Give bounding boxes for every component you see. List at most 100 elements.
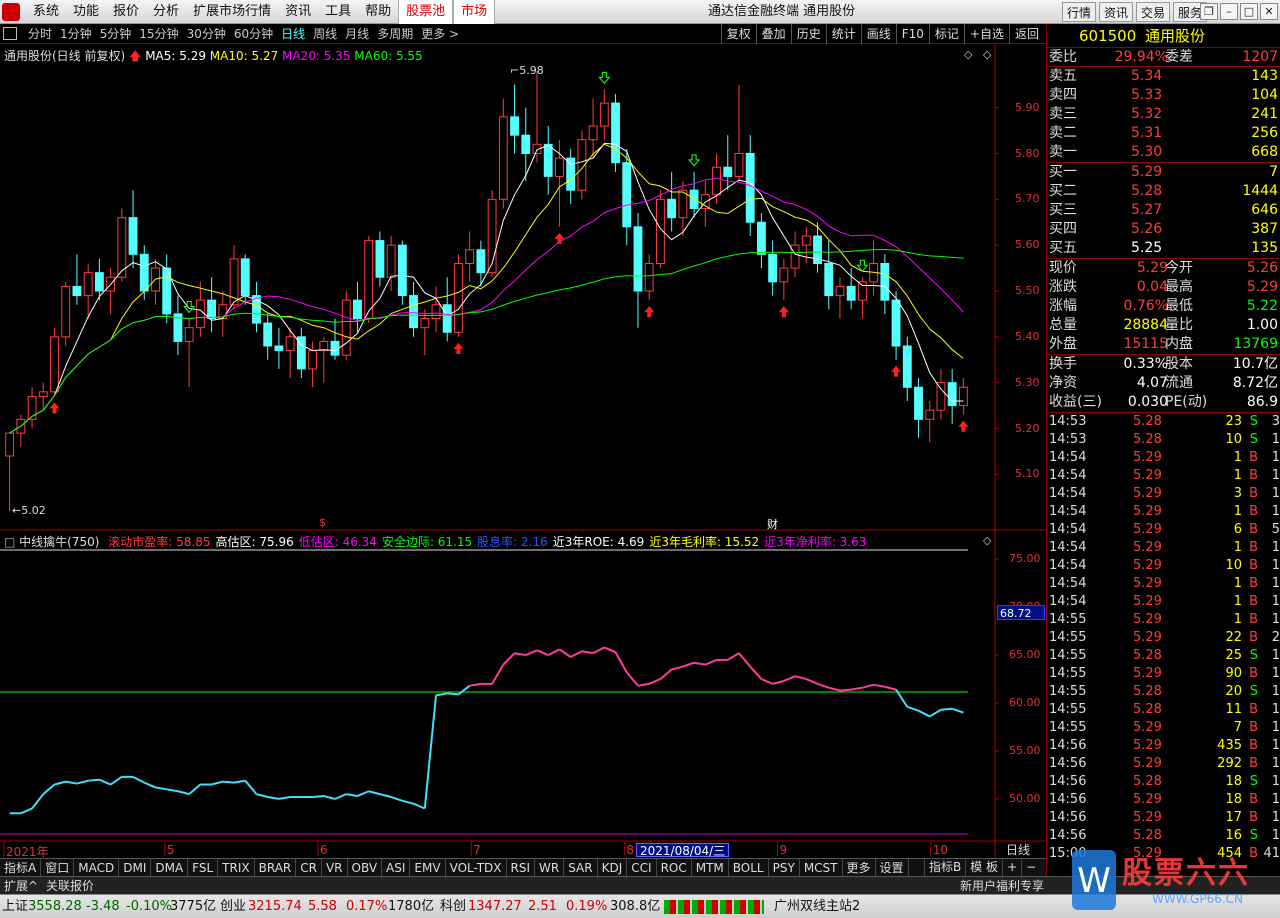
period-tab-6[interactable]: 日线 xyxy=(277,24,309,44)
chart-tool-5[interactable]: F10 xyxy=(895,24,929,44)
menu-item-7[interactable]: 帮助 xyxy=(358,0,398,24)
refresh-arrow-icon[interactable]: 🡅 xyxy=(129,49,141,63)
chart-tool-4[interactable]: 画线 xyxy=(860,24,896,44)
indicator-tab-right-0[interactable]: 指标B xyxy=(924,858,965,876)
bid-row-3[interactable]: 买四 5.26 387 xyxy=(1047,220,1280,239)
indicator-collapse-icon[interactable]: □ xyxy=(4,535,15,549)
top-button-0[interactable]: 行情 xyxy=(1062,2,1097,22)
menu-item-2[interactable]: 报价 xyxy=(106,0,146,24)
indicator-tab-11[interactable]: ASI xyxy=(382,859,411,877)
chart-canvas[interactable] xyxy=(0,44,1046,858)
top-diamond-icon[interactable]: ◇ xyxy=(964,48,972,61)
indicator-tab-12[interactable]: EMV xyxy=(410,859,446,877)
indicator-tab-16[interactable]: SAR xyxy=(564,859,598,877)
top-button-2[interactable]: 交易 xyxy=(1136,2,1171,22)
expand-button[interactable]: 扩展^ xyxy=(4,877,38,895)
menu-item-6[interactable]: 工具 xyxy=(318,0,358,24)
period-tab-10[interactable]: 更多 > xyxy=(417,24,463,44)
close-icon[interactable]: ✕ xyxy=(1260,3,1278,20)
sh-index-label[interactable]: 上证 xyxy=(2,895,28,918)
indicator-tab-10[interactable]: OBV xyxy=(348,859,383,877)
cy-index-label[interactable]: 创业 xyxy=(220,895,246,918)
period-tab-1[interactable]: 1分钟 xyxy=(56,24,96,44)
menu-item-4[interactable]: 扩展市场行情 xyxy=(186,0,278,24)
indicator-tab-19[interactable]: ROC xyxy=(657,859,692,877)
related-quotes-button[interactable]: 关联报价 xyxy=(46,877,94,895)
new-user-promo[interactable]: 新用户福利专享 xyxy=(960,877,1044,895)
menu-item-8[interactable]: 股票池 xyxy=(398,0,454,24)
finance-marker[interactable]: 财 xyxy=(767,516,778,532)
chart-tool-6[interactable]: 标记 xyxy=(928,24,964,44)
period-tab-0[interactable]: 分时 xyxy=(24,24,56,44)
indicator-tab-14[interactable]: RSI xyxy=(507,859,536,877)
indicator-tab-right-1[interactable]: 模 板 xyxy=(965,858,1002,876)
indicator-tab-21[interactable]: BOLL xyxy=(729,859,769,877)
period-tab-4[interactable]: 30分钟 xyxy=(183,24,230,44)
indicator-tab-0[interactable]: 指标A xyxy=(0,859,42,877)
indicator-tab-13[interactable]: VOL-TDX xyxy=(446,859,507,877)
indicator-tab-8[interactable]: CR xyxy=(296,859,322,877)
dividend-marker[interactable]: $ xyxy=(319,516,326,529)
chart-tool-3[interactable]: 统计 xyxy=(825,24,861,44)
indicator-tab-1[interactable]: 窗口 xyxy=(41,859,75,877)
indicator-tab-23[interactable]: MCST xyxy=(800,859,843,877)
indicator-tab-4[interactable]: DMA xyxy=(151,859,189,877)
chart-tool-8[interactable]: 返回 xyxy=(1008,24,1044,44)
chart-tool-1[interactable]: 叠加 xyxy=(755,24,791,44)
ask-row-3[interactable]: 卖二 5.31 256 xyxy=(1047,124,1280,143)
indicator-tab-25[interactable]: 设置 xyxy=(876,859,909,877)
menu-item-5[interactable]: 资讯 xyxy=(278,0,318,24)
ask-row-2[interactable]: 卖三 5.32 241 xyxy=(1047,105,1280,124)
indicator-segment xyxy=(514,652,526,657)
indicator-tab-3[interactable]: DMI xyxy=(119,859,152,877)
menu-item-3[interactable]: 分析 xyxy=(146,0,186,24)
menu-item-1[interactable]: 功能 xyxy=(66,0,106,24)
indicator-tab-20[interactable]: MTM xyxy=(692,859,729,877)
menu-item-9[interactable]: 市场 xyxy=(453,0,496,24)
indicator-tab-15[interactable]: WR xyxy=(535,859,565,877)
period-tab-8[interactable]: 月线 xyxy=(341,24,373,44)
indicator-tab-right-2[interactable]: + xyxy=(1002,858,1021,876)
tick-list[interactable]: 14:53 5.28 23 S 3 14:53 5.28 10 S 1 14:54 5.29 1 B 1 14… xyxy=(1047,413,1280,863)
ask-row-1[interactable]: 卖四 5.33 104 xyxy=(1047,86,1280,105)
bid-row-1[interactable]: 买二 5.28 1444 xyxy=(1047,182,1280,201)
kc-index-label[interactable]: 科创 xyxy=(440,895,466,918)
ind-diamond-icon[interactable]: ◇ xyxy=(983,534,991,547)
period-tab-3[interactable]: 15分钟 xyxy=(135,24,182,44)
ask-row-0[interactable]: 卖五 5.34 143 xyxy=(1047,67,1280,86)
minimize-icon[interactable]: – xyxy=(1220,3,1238,20)
indicator-tab-24[interactable]: 更多 xyxy=(843,859,876,877)
indicator-tab-6[interactable]: TRIX xyxy=(218,859,255,877)
menu-item-0[interactable]: 系统 xyxy=(26,0,66,24)
candle-body xyxy=(667,198,677,219)
panel-toggle-icon[interactable] xyxy=(3,27,17,40)
indicator-segment xyxy=(267,796,280,800)
chart-tool-2[interactable]: 历史 xyxy=(790,24,826,44)
indicator-tab-5[interactable]: FSL xyxy=(188,859,219,877)
bid-row-2[interactable]: 买三 5.27 646 xyxy=(1047,201,1280,220)
period-tab-2[interactable]: 5分钟 xyxy=(96,24,136,44)
indicator-tab-right-3[interactable]: − xyxy=(1021,858,1040,876)
period-mode-label[interactable]: 日线 xyxy=(1006,843,1030,857)
maximize-icon[interactable]: □ xyxy=(1240,3,1258,20)
restore-icon[interactable]: ❐ xyxy=(1200,3,1218,20)
top-button-1[interactable]: 资讯 xyxy=(1099,2,1134,22)
period-tab-9[interactable]: 多周期 xyxy=(373,24,417,44)
chart-tool-7[interactable]: +自选 xyxy=(963,24,1009,44)
main-chart-area[interactable]: 通用股份(日线 前复权) 🡅 MA5: 5.29 MA10: 5.27 MA20… xyxy=(0,44,1046,859)
indicator-tab-18[interactable]: CCI xyxy=(627,859,657,877)
chart-tool-0[interactable]: 复权 xyxy=(720,24,756,44)
period-tab-7[interactable]: 周线 xyxy=(309,24,341,44)
top-diamond-icon-2[interactable]: ◇ xyxy=(983,48,991,61)
ask-row-4[interactable]: 卖一 5.30 668 xyxy=(1047,143,1280,162)
bid-row-0[interactable]: 买一 5.29 7 xyxy=(1047,163,1280,182)
indicator-tab-9[interactable]: VR xyxy=(322,859,348,877)
indicator-tab-7[interactable]: BRAR xyxy=(255,859,297,877)
server-name[interactable]: 广州双线主站2 xyxy=(774,895,860,918)
bid-row-4[interactable]: 买五 5.25 135 xyxy=(1047,239,1280,258)
indicator-tab-2[interactable]: MACD xyxy=(74,859,120,877)
indicator-tab-17[interactable]: KDJ xyxy=(598,859,628,877)
indicator-tab-22[interactable]: PSY xyxy=(769,859,800,877)
app-logo-icon[interactable] xyxy=(2,3,20,21)
period-tab-5[interactable]: 60分钟 xyxy=(230,24,277,44)
